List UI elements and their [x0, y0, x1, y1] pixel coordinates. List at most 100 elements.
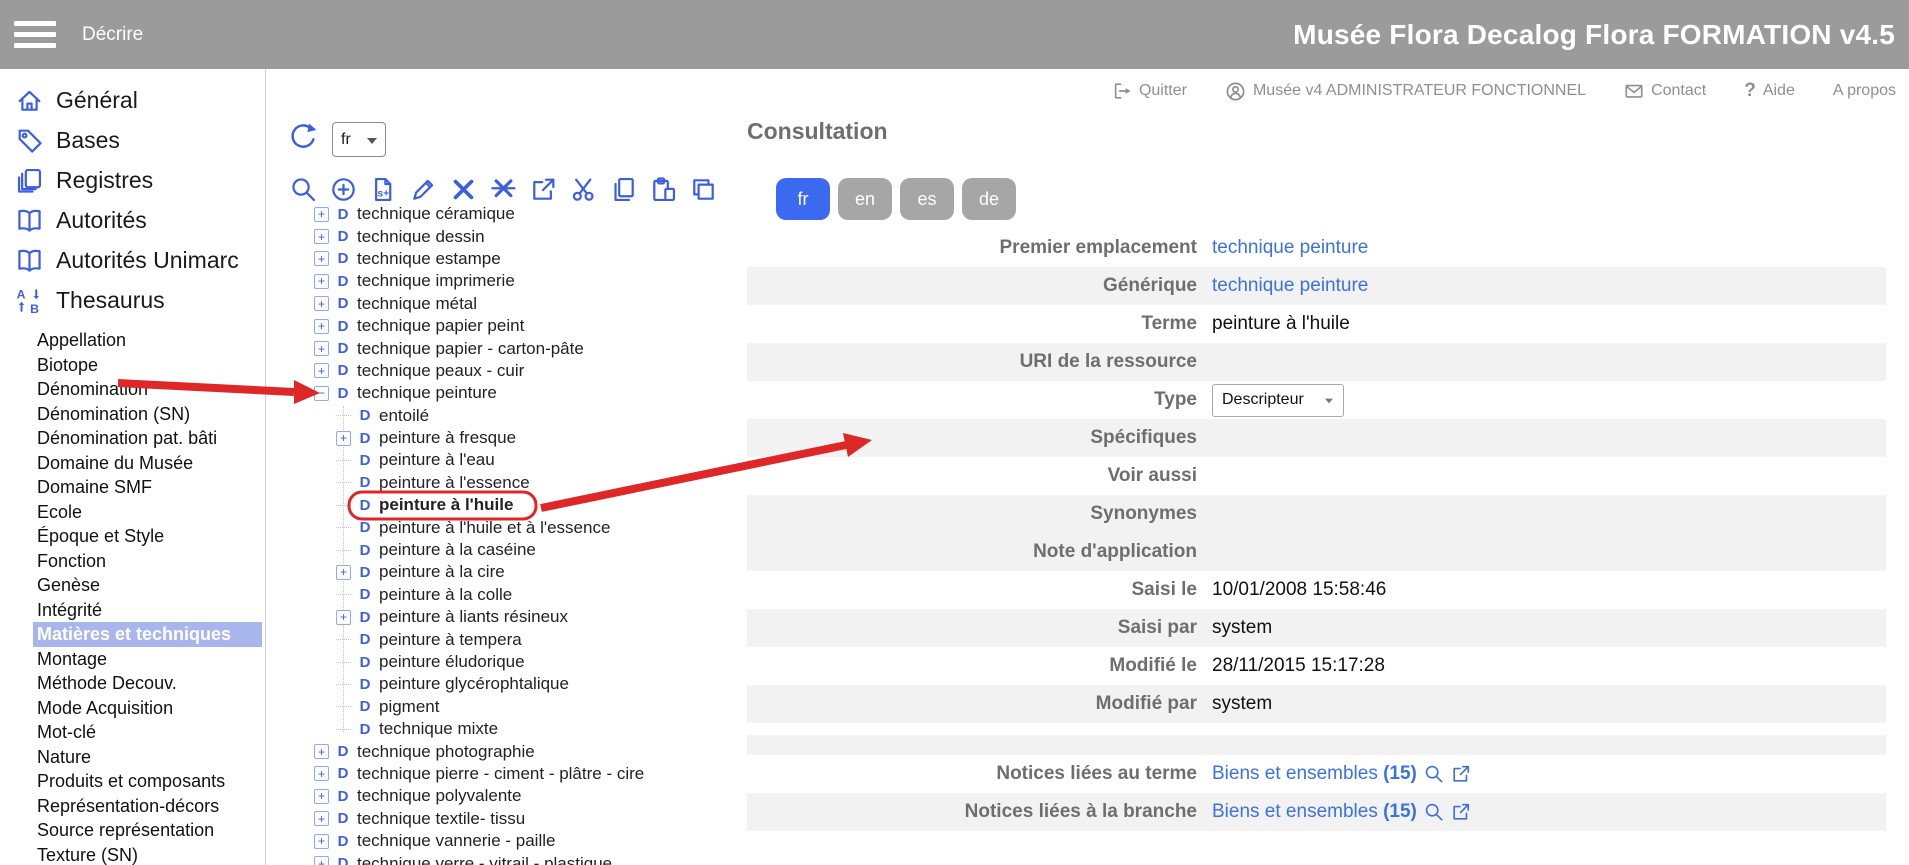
sidebar-item-autorites[interactable]: Autorités — [0, 200, 265, 240]
tree-item-technique-vannerie-paille[interactable]: +Dtechnique vannerie - paille — [280, 830, 748, 852]
delete-button[interactable] — [450, 176, 477, 203]
about-button[interactable]: A propos — [1833, 82, 1896, 100]
tree-item-technique-dessin[interactable]: +Dtechnique dessin — [280, 225, 748, 247]
expand-toggle-icon[interactable]: + — [314, 341, 329, 356]
tree-item-peinture-a-liants-resineux[interactable]: +Dpeinture à liants résineux — [280, 606, 748, 628]
expand-toggle-icon[interactable]: + — [314, 789, 329, 804]
tree-item-technique-imprimerie[interactable]: +Dtechnique imprimerie — [280, 270, 748, 292]
expand-toggle-icon[interactable]: + — [336, 610, 351, 625]
expand-toggle-icon[interactable]: + — [314, 319, 329, 334]
sidebar-thesaurus-appellation[interactable]: Appellation — [33, 328, 262, 353]
add-descriptor-button[interactable]: s+ — [370, 176, 397, 203]
sidebar-thesaurus-mode-acquisition[interactable]: Mode Acquisition — [33, 696, 262, 721]
expand-toggle-icon[interactable]: + — [336, 431, 351, 446]
help-button[interactable]: ? Aide — [1744, 80, 1795, 102]
expand-toggle-icon[interactable]: + — [314, 251, 329, 266]
expand-toggle-icon[interactable]: + — [336, 565, 351, 580]
tree-item-technique-papier-peint[interactable]: +Dtechnique papier peint — [280, 315, 748, 337]
contact-button[interactable]: Contact — [1624, 81, 1706, 101]
sidebar-thesaurus-domaine-smf[interactable]: Domaine SMF — [33, 475, 262, 500]
quit-button[interactable]: Quitter — [1112, 81, 1187, 101]
sidebar-thesaurus-denomination-pat-bati[interactable]: Dénomination pat. bâti — [33, 426, 262, 451]
tree-item-technique-estampe[interactable]: +Dtechnique estampe — [280, 248, 748, 270]
open-window-button[interactable] — [530, 176, 557, 203]
sidebar-thesaurus-genese[interactable]: Genèse — [33, 573, 262, 598]
expand-toggle-icon[interactable]: + — [314, 207, 329, 222]
tree-item-technique-textile-tissu[interactable]: +Dtechnique textile- tissu — [280, 808, 748, 830]
paste-button[interactable] — [650, 176, 677, 203]
expand-toggle-icon[interactable]: + — [314, 744, 329, 759]
sidebar-thesaurus-ecole[interactable]: Ecole — [33, 500, 262, 525]
sidebar-thesaurus-integrite[interactable]: Intégrité — [33, 598, 262, 623]
tree-item-peinture-a-la-cire[interactable]: +Dpeinture à la cire — [280, 561, 748, 583]
sidebar-thesaurus-nature[interactable]: Nature — [33, 745, 262, 770]
lang-tab-fr[interactable]: fr — [776, 178, 830, 220]
cut-button[interactable] — [570, 176, 597, 203]
sidebar-thesaurus-source-representation[interactable]: Source représentation — [33, 818, 262, 843]
sidebar-thesaurus-denomination-sn[interactable]: Dénomination (SN) — [33, 402, 262, 427]
edit-button[interactable] — [410, 176, 437, 203]
sidebar-thesaurus-texture-sn[interactable]: Texture (SN) — [33, 843, 262, 865]
tree-item-technique-polyvalente[interactable]: +Dtechnique polyvalente — [280, 785, 748, 807]
tree-item-peinture-a-la-caseine[interactable]: Dpeinture à la caséine — [280, 539, 748, 561]
notices-search-button[interactable] — [1424, 764, 1444, 784]
expand-toggle-icon[interactable]: + — [314, 229, 329, 244]
tree-item-peinture-eludorique[interactable]: Dpeinture éludorique — [280, 651, 748, 673]
term-link[interactable]: technique peinture — [1212, 237, 1368, 259]
notices-link[interactable]: Biens et ensembles (15) — [1212, 763, 1417, 785]
refresh-button[interactable] — [288, 122, 318, 152]
tree-item-peinture-a-tempera[interactable]: Dpeinture à tempera — [280, 628, 748, 650]
sidebar-item-registres[interactable]: Registres — [0, 160, 265, 200]
tree-item-technique-photographie[interactable]: +Dtechnique photographie — [280, 740, 748, 762]
notices-search-button[interactable] — [1424, 802, 1444, 822]
delete-branch-button[interactable] — [490, 176, 517, 203]
tree-item-peinture-a-l-huile[interactable]: Dpeinture à l'huile — [280, 494, 748, 516]
collapse-toggle-icon[interactable]: − — [314, 386, 329, 401]
lang-tab-de[interactable]: de — [962, 178, 1016, 220]
tree-item-peinture-a-l-eau[interactable]: Dpeinture à l'eau — [280, 449, 748, 471]
term-link[interactable]: technique peinture — [1212, 275, 1368, 297]
tree-item-peinture-a-fresque[interactable]: +Dpeinture à fresque — [280, 427, 748, 449]
expand-toggle-icon[interactable]: + — [314, 834, 329, 849]
tree-item-technique-ceramique[interactable]: +Dtechnique céramique — [280, 203, 748, 225]
expand-toggle-icon[interactable]: + — [314, 766, 329, 781]
tree-item-peinture-a-l-essence[interactable]: Dpeinture à l'essence — [280, 472, 748, 494]
sidebar-thesaurus-biotope[interactable]: Biotope — [33, 353, 262, 378]
tree-language-select[interactable]: fr — [332, 122, 386, 157]
expand-toggle-icon[interactable]: + — [314, 811, 329, 826]
sidebar-thesaurus-denomination[interactable]: Dénomination — [33, 377, 262, 402]
sidebar-thesaurus-montage[interactable]: Montage — [33, 647, 262, 672]
notices-link[interactable]: Biens et ensembles (15) — [1212, 801, 1417, 823]
search-button[interactable] — [290, 176, 317, 203]
tree-item-technique-peinture[interactable]: −Dtechnique peinture — [280, 382, 748, 404]
expand-toggle-icon[interactable]: + — [314, 856, 329, 865]
tree-item-technique-mixte[interactable]: Dtechnique mixte — [280, 718, 748, 740]
tree-item-peinture-glycerophtalique[interactable]: Dpeinture glycérophtalique — [280, 673, 748, 695]
current-user[interactable]: Musée v4 ADMINISTRATEUR FONCTIONNEL — [1225, 81, 1586, 102]
expand-toggle-icon[interactable]: + — [314, 296, 329, 311]
sidebar-thesaurus-epoque-et-style[interactable]: Époque et Style — [33, 524, 262, 549]
expand-toggle-icon[interactable]: + — [314, 363, 329, 378]
tree-item-peinture-a-la-colle[interactable]: Dpeinture à la colle — [280, 584, 748, 606]
tree-item-technique-pierre-ciment-platre-cire[interactable]: +Dtechnique pierre - ciment - plâtre - c… — [280, 763, 748, 785]
sidebar-item-thesaurus[interactable]: ABThesaurus — [0, 280, 265, 320]
sidebar-thesaurus-representation-decors[interactable]: Représentation-décors — [33, 794, 262, 819]
sidebar-item-autorites-unimarc[interactable]: Autorités Unimarc — [0, 240, 265, 280]
lang-tab-en[interactable]: en — [838, 178, 892, 220]
duplicate-button[interactable] — [690, 176, 717, 203]
sidebar-thesaurus-mot-cle[interactable]: Mot-clé — [33, 720, 262, 745]
expand-toggle-icon[interactable]: + — [314, 274, 329, 289]
type-select[interactable]: Descripteur — [1212, 384, 1344, 417]
tree-item-technique-peaux-cuir[interactable]: +Dtechnique peaux - cuir — [280, 360, 748, 382]
copy-button[interactable] — [610, 176, 637, 203]
sidebar-thesaurus-methode-decouv[interactable]: Méthode Decouv. — [33, 671, 262, 696]
sidebar-item-general[interactable]: Général — [0, 80, 265, 120]
hamburger-menu-icon[interactable] — [14, 21, 56, 48]
add-button[interactable] — [330, 176, 357, 203]
tree-item-entoile[interactable]: Dentoilé — [280, 405, 748, 427]
tree-item-technique-metal[interactable]: +Dtechnique métal — [280, 293, 748, 315]
sidebar-thesaurus-domaine-du-musee[interactable]: Domaine du Musée — [33, 451, 262, 476]
sidebar-thesaurus-produits-et-composants[interactable]: Produits et composants — [33, 769, 262, 794]
lang-tab-es[interactable]: es — [900, 178, 954, 220]
notices-open-window-button[interactable] — [1451, 802, 1471, 822]
